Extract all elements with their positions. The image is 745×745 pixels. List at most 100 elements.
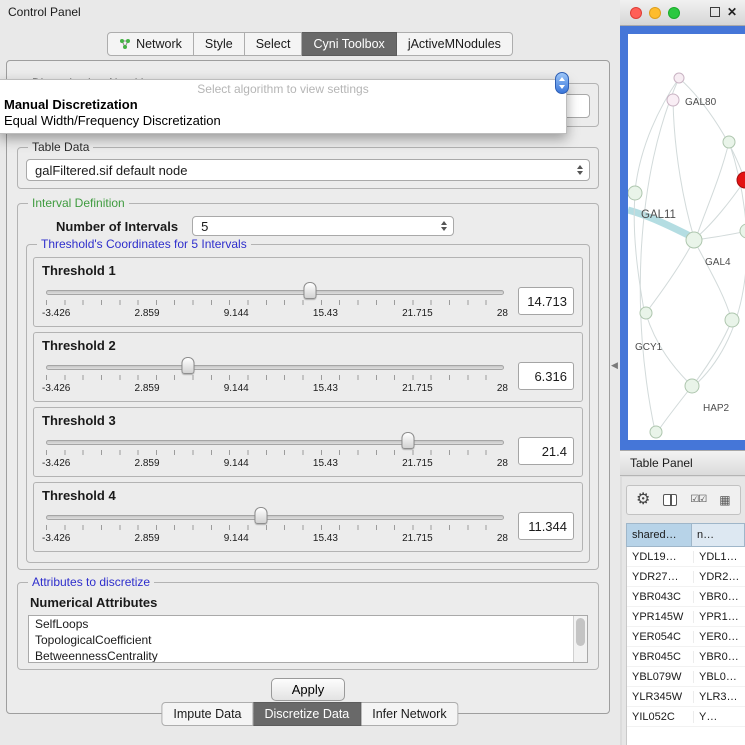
- minimize-traffic-light-icon[interactable]: [649, 7, 661, 19]
- table-data-group: Table Data galFiltered.sif default node: [17, 147, 599, 189]
- threshold-4-slider[interactable]: -3.4262.8599.14415.4321.71528: [42, 504, 508, 548]
- column-header-shared[interactable]: shared…: [626, 523, 692, 547]
- attributes-listbox[interactable]: SelfLoopsTopologicalCoefficientBetweenne…: [28, 615, 588, 663]
- table-cell[interactable]: YDL1…: [693, 551, 745, 563]
- table-toolbar: ⚙ ☑☑ ▦: [626, 485, 741, 515]
- threshold-1-slider[interactable]: -3.4262.8599.14415.4321.71528: [42, 279, 508, 323]
- table-cell[interactable]: YBL079W: [627, 671, 693, 683]
- control-panel-titlebar: Control Panel: [0, 0, 620, 24]
- dropdown-option-equal-width[interactable]: Equal Width/Frequency Discretization: [0, 113, 566, 129]
- table-cell[interactable]: YER054C: [627, 631, 693, 643]
- threshold-3-value[interactable]: 21.4: [518, 437, 574, 465]
- splitter-collapse-icon[interactable]: ◀: [611, 360, 618, 371]
- table-cell[interactable]: YER0…: [693, 631, 745, 643]
- column-header-name[interactable]: n…: [692, 523, 745, 547]
- table-row[interactable]: YIL052CY…: [627, 707, 745, 727]
- table-row[interactable]: YBR045CYBR0…: [627, 647, 745, 667]
- table-cell[interactable]: YBR045C: [627, 651, 693, 663]
- table-cell[interactable]: Y…: [693, 711, 745, 723]
- attribute-list-item[interactable]: SelfLoops: [29, 616, 587, 632]
- table-row[interactable]: YER054CYER0…: [627, 627, 745, 647]
- table-row[interactable]: YDR27…YDR2…: [627, 567, 745, 587]
- network-canvas[interactable]: GAL80GAL11GAL4GCY1HAP2: [628, 34, 745, 440]
- close-traffic-light-icon[interactable]: [630, 7, 642, 19]
- table-cell[interactable]: YDR27…: [627, 571, 693, 583]
- threshold-2-value[interactable]: 6.316: [518, 362, 574, 390]
- threshold-2-block: Threshold 2 -3.4262.8599.14415.4321.7152…: [33, 332, 583, 402]
- tab-discretize-data[interactable]: Discretize Data: [254, 702, 362, 726]
- scale-tick-label: 2.859: [135, 308, 160, 338]
- table-cell[interactable]: YLR345W: [627, 691, 693, 703]
- combo-stepper-icon: [577, 165, 583, 175]
- tab-network[interactable]: Network: [107, 32, 194, 56]
- number-of-intervals-combo[interactable]: 5: [192, 216, 454, 236]
- list-scrollbar[interactable]: [573, 616, 587, 662]
- network-node-hap2[interactable]: [685, 379, 699, 393]
- table-cell[interactable]: YLR3…: [693, 691, 745, 703]
- table-cell[interactable]: YDL19…: [627, 551, 693, 563]
- scrollbar-thumb[interactable]: [576, 618, 585, 646]
- algorithm-combo-stepper-icon[interactable]: [555, 72, 569, 94]
- slider-thumb[interactable]: [401, 432, 414, 449]
- threshold-2-slider[interactable]: -3.4262.8599.14415.4321.71528: [42, 354, 508, 398]
- attribute-list-item[interactable]: TopologicalCoefficient: [29, 632, 587, 648]
- tab-cyni-toolbox[interactable]: Cyni Toolbox: [302, 32, 396, 56]
- table-row[interactable]: YLR345WYLR3…: [627, 687, 745, 707]
- table-cell[interactable]: YBR0…: [693, 651, 745, 663]
- columns-icon[interactable]: [663, 494, 677, 506]
- table-row[interactable]: YDL19…YDL1…: [627, 547, 745, 567]
- tab-impute-data[interactable]: Impute Data: [161, 702, 253, 726]
- network-node-label: GAL80: [685, 97, 717, 108]
- table-row[interactable]: YBL079WYBL0…: [627, 667, 745, 687]
- close-panel-icon[interactable]: ✕: [727, 5, 737, 19]
- network-node-gal11[interactable]: [628, 186, 642, 200]
- network-view-frame: GAL80GAL11GAL4GCY1HAP2: [620, 26, 745, 450]
- network-node-label: HAP2: [703, 403, 730, 414]
- slider-thumb[interactable]: [304, 282, 317, 299]
- table-cell[interactable]: YIL052C: [627, 711, 693, 723]
- gear-icon[interactable]: ⚙: [636, 492, 650, 508]
- network-node[interactable]: [674, 73, 684, 83]
- apply-button[interactable]: Apply: [271, 678, 346, 701]
- network-node-gal4[interactable]: [686, 232, 702, 248]
- attribute-list-item[interactable]: BetweennessCentrality: [29, 648, 587, 663]
- threshold-4-value[interactable]: 11.344: [518, 512, 574, 540]
- network-node[interactable]: [740, 224, 745, 238]
- scale-tick-label: 2.859: [135, 383, 160, 413]
- network-node[interactable]: [723, 136, 735, 148]
- slider-thumb[interactable]: [255, 507, 268, 524]
- table-cell[interactable]: YPR1…: [693, 611, 745, 623]
- table-data-combo[interactable]: galFiltered.sif default node: [26, 159, 590, 181]
- table-cell[interactable]: YDR2…: [693, 571, 745, 583]
- network-node-gcy1[interactable]: [640, 307, 652, 319]
- scale-tick-label: -3.426: [42, 533, 70, 563]
- scale-tick-label: 9.144: [224, 308, 249, 338]
- tab-jactivemnodules[interactable]: jActiveMNodules: [397, 32, 513, 56]
- control-panel: Control Panel Network Style Select Cyni …: [0, 0, 620, 745]
- table-cell[interactable]: YBR0…: [693, 591, 745, 603]
- zoom-traffic-light-icon[interactable]: [668, 7, 680, 19]
- table-cell[interactable]: YBR043C: [627, 591, 693, 603]
- select-all-icon[interactable]: ☑☑: [690, 495, 706, 505]
- table-row[interactable]: YPR145WYPR1…: [627, 607, 745, 627]
- threshold-1-value[interactable]: 14.713: [518, 287, 574, 315]
- float-panel-icon[interactable]: [710, 7, 720, 17]
- attributes-group-label: Attributes to discretize: [28, 575, 154, 589]
- interval-definition-group: Interval Definition Number of Intervals …: [17, 203, 599, 570]
- dropdown-option-manual[interactable]: Manual Discretization: [0, 97, 566, 113]
- table-panel: ⚙ ☑☑ ▦ shared… n… YDL19…YDL1…YDR27…YDR2……: [622, 477, 745, 745]
- table-cell[interactable]: YBL0…: [693, 671, 745, 683]
- threshold-3-block: Threshold 3 -3.4262.8599.14415.4321.7152…: [33, 407, 583, 477]
- table-cell[interactable]: YPR145W: [627, 611, 693, 623]
- network-node-gal80[interactable]: [667, 94, 679, 106]
- tab-select[interactable]: Select: [245, 32, 303, 56]
- slider-thumb[interactable]: [181, 357, 194, 374]
- tab-infer-network[interactable]: Infer Network: [361, 702, 458, 726]
- threshold-3-slider[interactable]: -3.4262.8599.14415.4321.71528: [42, 429, 508, 473]
- grid-icon[interactable]: ▦: [719, 494, 730, 506]
- tab-style[interactable]: Style: [194, 32, 245, 56]
- network-node[interactable]: [725, 313, 739, 327]
- number-of-intervals-label: Number of Intervals: [56, 219, 178, 234]
- table-row[interactable]: YBR043CYBR0…: [627, 587, 745, 607]
- network-node[interactable]: [650, 426, 662, 438]
